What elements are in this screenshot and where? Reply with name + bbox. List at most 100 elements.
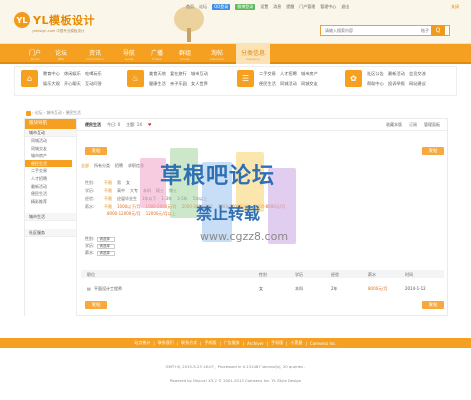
filter-tab-all[interactable]: 全部 [81, 163, 89, 169]
home-icon: ⌂ [21, 70, 38, 87]
filter-tabs: 全部 所有分类 招聘 求职信息 [81, 163, 144, 169]
subnav-link[interactable]: 网站建议 [409, 81, 430, 87]
subnav-link[interactable]: 最新活动 [388, 71, 409, 77]
subnav-link[interactable]: 人才招聘 [280, 71, 301, 77]
site-logo[interactable]: YL YL模板设计 [14, 12, 95, 28]
footer-link[interactable]: 广告服务 [224, 340, 240, 346]
education-select[interactable]: 请选择 [97, 243, 116, 249]
post-button-top[interactable]: 发帖 [85, 147, 107, 155]
watermark-title: 草根吧论坛 [160, 164, 276, 189]
post-button-bottom-right[interactable]: 发帖 [422, 301, 444, 309]
sidebar-section-city[interactable]: 城市互动 [25, 129, 76, 137]
forum-header: 便民生活 今日: 0 主题: 14 ♥ 收藏本版 订阅 管理面板 [77, 119, 448, 131]
sidebar-item[interactable]: 精彩推荐 [25, 198, 76, 206]
footer-link[interactable]: 站点统计 [134, 340, 150, 346]
subnav-link[interactable]: 同城交友 [301, 81, 322, 87]
sidebar-item[interactable]: 二手交易 [25, 167, 76, 175]
search-scope-select[interactable]: 帖子 [407, 28, 431, 34]
subnav-link[interactable]: 美食天地 [149, 71, 170, 77]
subnav-link[interactable]: 社区公告 [367, 71, 388, 77]
weibo-login-button[interactable]: 微博登录 [235, 4, 256, 10]
top-link-logout[interactable]: 退出 [341, 4, 349, 10]
subnav-link[interactable]: 开心聊天 [64, 81, 85, 87]
search-button[interactable]: Q [431, 24, 445, 36]
subnav-link[interactable]: 爱在旅行 [170, 71, 191, 77]
nav-item-information[interactable]: 资讯 Information [78, 44, 112, 64]
subnav-link[interactable]: 会员交流 [409, 71, 430, 77]
footer-link[interactable]: 联系我们 [158, 340, 174, 346]
main-nav: 门户 Portal 论坛 BBS 资讯 Information 导航 Guide 广播 F… [0, 44, 471, 64]
post-button-bottom[interactable]: 发帖 [85, 301, 107, 309]
post-button-top-right[interactable]: 发帖 [422, 147, 444, 155]
subnav-link[interactable]: 帮助中心 [367, 81, 388, 87]
qq-login-button[interactable]: QQ登录 [212, 4, 231, 10]
breadcrumb-item[interactable]: 城市互动 [46, 110, 61, 115]
salary-select[interactable]: 请选择 [97, 250, 116, 256]
footer-link[interactable]: 小黑屋 [291, 340, 303, 346]
close-button[interactable]: 关闭 [451, 4, 459, 10]
subnav-link[interactable]: 亲子乐园 [170, 81, 191, 87]
search-bar: 帖子 Q [320, 24, 450, 36]
logo-subtitle: yldesign.com 中国专业模板设计 [32, 29, 85, 33]
subnav-link[interactable]: 吃喝玩乐 [85, 71, 106, 77]
favorite-forum-link[interactable]: 收藏本版 [386, 122, 402, 128]
filter-row-gender: 性别: 不限 男 女 [85, 180, 130, 185]
subnav-link[interactable]: 同城活动 [280, 81, 301, 87]
nav-item-bbs[interactable]: 论坛 BBS [44, 44, 78, 64]
subnav-link[interactable]: 二手交易 [259, 71, 280, 77]
top-link-portal-admin[interactable]: 门户管理 [299, 4, 315, 10]
top-link-admin-center[interactable]: 管理中心 [320, 4, 336, 10]
top-link-bbs[interactable]: 论坛 [199, 4, 207, 10]
manage-panel-link[interactable]: 管理面板 [424, 122, 440, 128]
heart-icon[interactable]: ♥ [148, 122, 152, 127]
filter-tab[interactable]: 招聘 [115, 163, 123, 169]
footer-gmt: GMT+8, 2015-5-23 16:07 , Processed in 0.… [165, 364, 306, 369]
footer-link[interactable]: 手机版 [204, 340, 216, 346]
sidebar-section-life[interactable]: 城市生活 [25, 213, 76, 222]
subnav-link[interactable]: 城市互动 [191, 71, 212, 77]
subnav-link[interactable]: 互动问答 [85, 81, 106, 87]
home-icon[interactable] [26, 110, 31, 116]
footer-link[interactable]: Comsenz Inc. [310, 341, 337, 346]
sidebar-section-service[interactable]: 社区服务 [25, 229, 76, 238]
subnav-link[interactable]: 投诉举报 [388, 81, 409, 87]
subnav-link[interactable]: 健康生活 [149, 81, 170, 87]
select-row-education: 学历: 请选择 [85, 243, 116, 249]
sidebar-item[interactable]: 同城活动 [25, 137, 76, 145]
search-input[interactable] [321, 26, 407, 35]
sidebar-item[interactable]: 最新活动 [25, 183, 76, 191]
sidebar-item[interactable]: 人才招聘 [25, 175, 76, 183]
rss-link[interactable]: 订阅 [409, 122, 417, 128]
top-close: 关闭 [451, 4, 459, 10]
subnav-link[interactable]: 娱乐大观 [43, 81, 64, 87]
subnav-link[interactable]: 女人世界 [191, 81, 212, 87]
footer-link[interactable]: 手机版 [271, 340, 283, 346]
filter-tab[interactable]: 所有分类 [94, 163, 110, 169]
footer-link[interactable]: Archiver [247, 341, 264, 346]
sidebar-item-active[interactable]: 便民生活 [25, 159, 72, 168]
sidebar-item[interactable]: 同城交友 [25, 145, 76, 153]
top-link-notices[interactable]: 提醒 [286, 4, 294, 10]
sidebar-item[interactable]: 城市房产 [25, 152, 76, 160]
top-link-home[interactable]: 首页 [186, 4, 194, 10]
top-link-settings[interactable]: 设置 [260, 4, 268, 10]
logo-text: YL模板设计 [33, 14, 95, 27]
breadcrumb: › 论坛 › 城市互动 › 便民生活 [26, 110, 81, 116]
subnav-link[interactable]: 休闲娱乐 [64, 71, 85, 77]
nav-item-collection[interactable]: 淘帖 Collection [200, 44, 234, 64]
breadcrumb-item[interactable]: 论坛 [35, 110, 43, 115]
nav-item-category[interactable]: 分类信息 Category [236, 44, 270, 64]
footer-link[interactable]: 联系方式 [181, 340, 197, 346]
top-link-messages[interactable]: 消息 [273, 4, 281, 10]
topic-count: 主题: 14 [126, 121, 142, 127]
nav-item-group[interactable]: 群组 Group [168, 44, 202, 64]
sidebar-item[interactable]: 便民生活 [25, 190, 76, 198]
sidebar-title: 版块导航 [25, 119, 76, 129]
job-title-link[interactable]: 平面设计工程师 [94, 286, 122, 292]
gender-select[interactable]: 请选择 [97, 236, 116, 242]
subnav-link[interactable]: 教育中心 [43, 71, 64, 77]
subnav-link[interactable]: 城市房产 [301, 71, 322, 77]
breadcrumb-item[interactable]: 便民生活 [66, 110, 81, 115]
table-row[interactable]: ▤ 平面设计工程师 女 本科 2年 8000元/月 2014-1-12 [81, 284, 444, 292]
subnav-link[interactable]: 便民生活 [259, 81, 280, 87]
